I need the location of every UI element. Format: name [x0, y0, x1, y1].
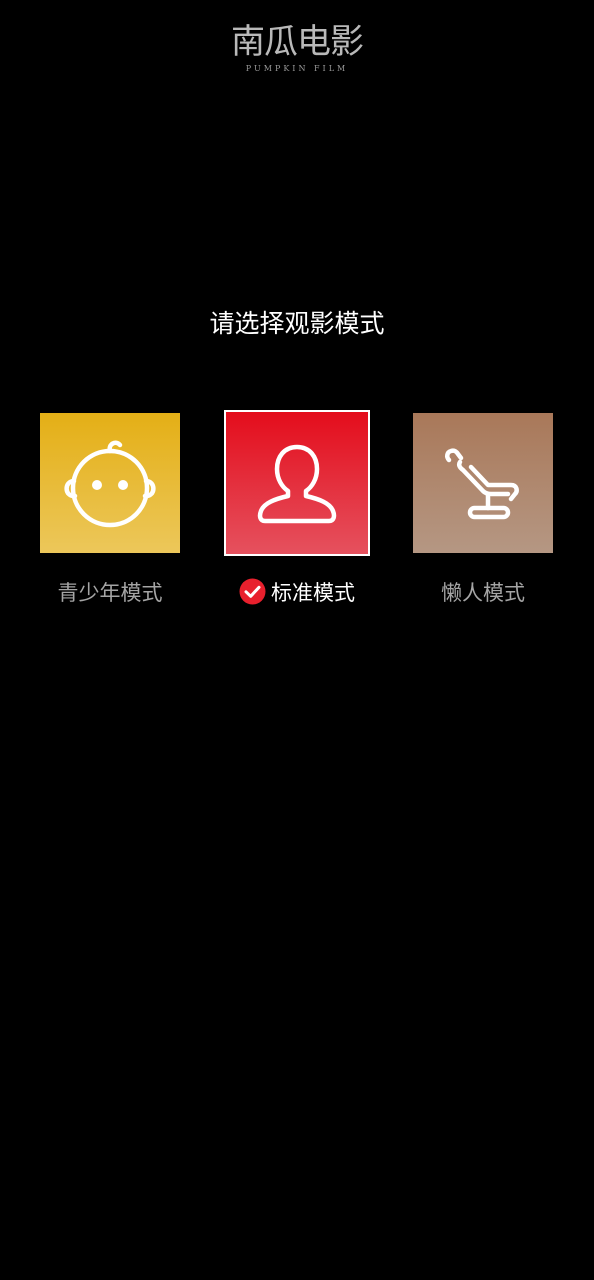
- mode-label-text: 懒人模式: [441, 581, 525, 605]
- recliner-chair-icon: [445, 448, 519, 520]
- mode-tile-teen[interactable]: [40, 413, 180, 553]
- mode-label-text: 标准模式: [271, 581, 355, 605]
- mode-tile-standard[interactable]: [224, 410, 370, 556]
- mode-select-prompt: 请选择观影模式: [209, 309, 385, 338]
- mode-tile-lazy[interactable]: [413, 413, 553, 553]
- selected-check-icon: [239, 578, 266, 604]
- mode-label-text: 青少年模式: [57, 581, 163, 605]
- app-logo: 南瓜电影 PUMPKIN FILM: [0, 22, 594, 74]
- baby-face-icon: [64, 440, 156, 528]
- person-icon: [257, 444, 337, 524]
- mode-label-lazy[interactable]: 懒人模式: [370, 576, 594, 609]
- logo-tagline: PUMPKIN FILM: [245, 64, 349, 73]
- logo-title: 南瓜电影: [231, 22, 364, 62]
